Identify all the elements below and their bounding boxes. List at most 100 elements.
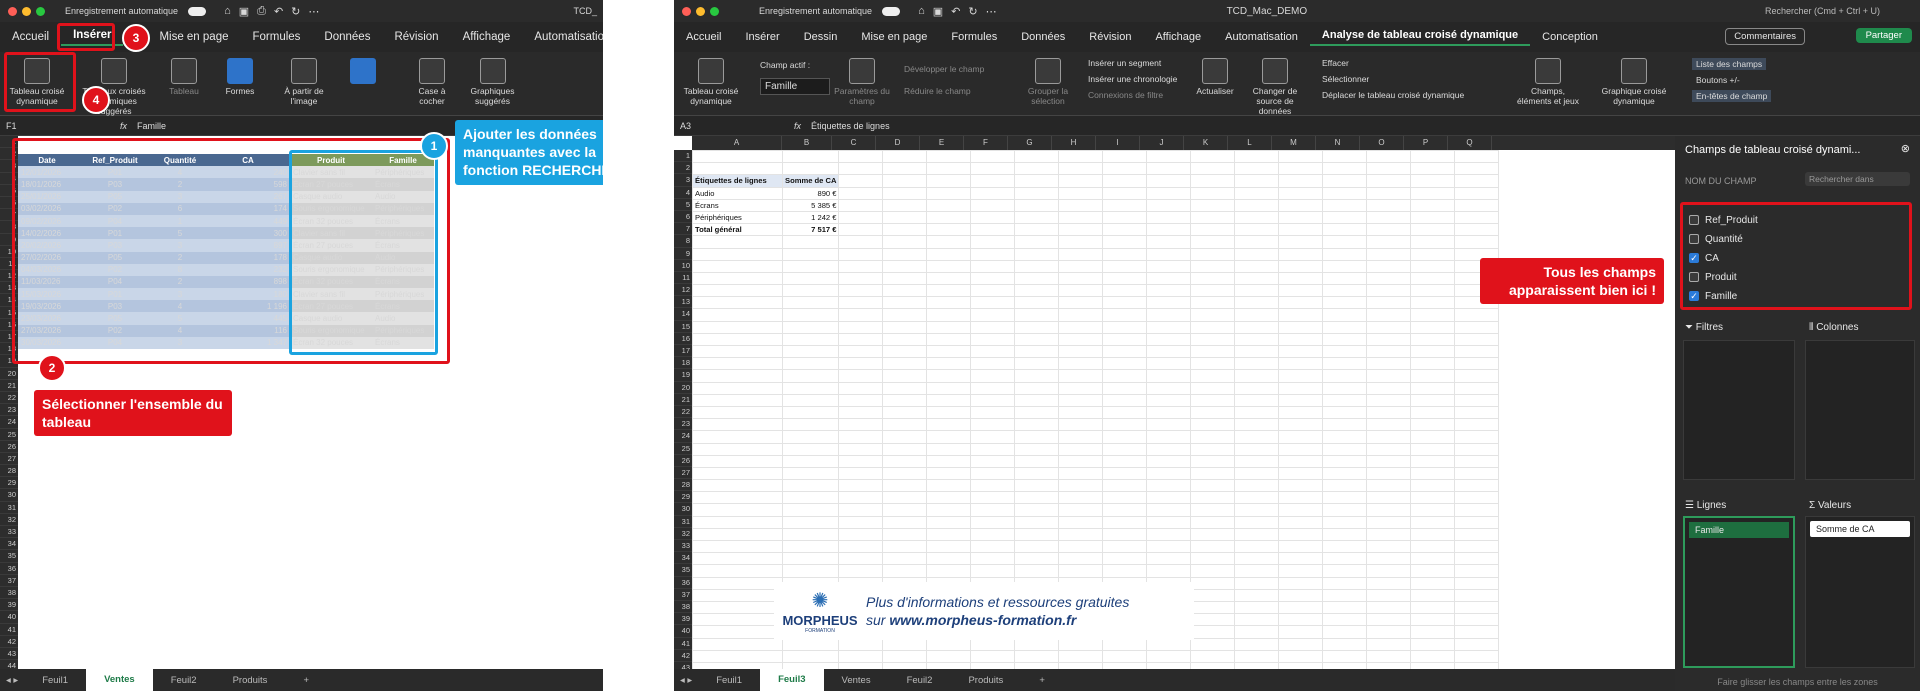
- grid-cell[interactable]: [692, 515, 783, 529]
- grid-cell[interactable]: [1014, 210, 1060, 225]
- grid-cell[interactable]: [970, 235, 1016, 249]
- grid-cell[interactable]: [1278, 198, 1324, 212]
- grid-cell[interactable]: [1234, 576, 1280, 590]
- grid-cell[interactable]: [1366, 296, 1412, 310]
- grid-cell[interactable]: [1366, 600, 1412, 615]
- grid-cell[interactable]: [1410, 210, 1456, 225]
- grid-cell[interactable]: [970, 223, 1016, 237]
- grid-cell[interactable]: [838, 479, 884, 493]
- grid-cell[interactable]: [1102, 210, 1148, 225]
- sheet-tab-feuil2[interactable]: Feuil2: [889, 675, 951, 686]
- grid-cell[interactable]: [1190, 162, 1236, 176]
- grid-cell[interactable]: [838, 649, 884, 663]
- row-number[interactable]: 24: [0, 416, 18, 429]
- grid-cell[interactable]: [1454, 210, 1500, 225]
- grid-cell[interactable]: [1102, 491, 1148, 505]
- grid-cell[interactable]: [1014, 284, 1060, 298]
- grid-cell[interactable]: [1058, 515, 1104, 529]
- grid-cell[interactable]: [1322, 466, 1368, 481]
- row-number[interactable]: 18: [674, 357, 692, 370]
- grid-cell[interactable]: [1410, 588, 1456, 602]
- grid-cell[interactable]: [882, 149, 928, 164]
- grid-cell[interactable]: [1366, 466, 1412, 481]
- grid-cell[interactable]: [1234, 259, 1280, 273]
- grid-cell[interactable]: [781, 515, 840, 529]
- grid-cell[interactable]: [1058, 320, 1104, 334]
- grid-cell[interactable]: [1454, 625, 1500, 639]
- grid-cell[interactable]: [1322, 198, 1368, 212]
- grid-cell[interactable]: [1058, 198, 1104, 212]
- grid-cell[interactable]: [692, 344, 783, 359]
- grid-cell[interactable]: [1146, 503, 1192, 517]
- grid-cell[interactable]: [1454, 198, 1500, 212]
- grid-cell[interactable]: [882, 539, 928, 554]
- grid-cell[interactable]: [1014, 235, 1060, 249]
- grid-cell[interactable]: [1410, 332, 1456, 347]
- promo-link[interactable]: www.morpheus-formation.fr: [889, 612, 1076, 628]
- grid-cell[interactable]: [882, 491, 928, 505]
- grid-cell[interactable]: [1366, 186, 1412, 200]
- grid-cell[interactable]: [692, 466, 783, 481]
- grid-cell[interactable]: [1278, 271, 1324, 286]
- select-button[interactable]: Sélectionner: [1322, 74, 1369, 84]
- grid-cell[interactable]: [970, 418, 1016, 432]
- grid-cell[interactable]: [1410, 393, 1456, 407]
- grid-cell[interactable]: [1146, 174, 1192, 188]
- grid-cell[interactable]: [1322, 515, 1368, 529]
- checkbox-empty-icon[interactable]: [1689, 215, 1699, 226]
- grid-cell[interactable]: [1058, 418, 1104, 432]
- grid-cell[interactable]: [1322, 613, 1368, 627]
- grid-cell[interactable]: [1410, 296, 1456, 310]
- name-box[interactable]: F1: [0, 121, 60, 131]
- grid-cell[interactable]: [1234, 405, 1280, 420]
- row-number[interactable]: 5: [674, 199, 692, 211]
- grid-cell[interactable]: [882, 357, 928, 371]
- grid-cell[interactable]: [1278, 539, 1324, 554]
- grid-cell[interactable]: [1234, 332, 1280, 347]
- grid-cell[interactable]: [838, 210, 884, 225]
- grid-cell[interactable]: [1278, 515, 1324, 529]
- grid-cell[interactable]: [1366, 198, 1412, 212]
- grid-cell[interactable]: [1322, 588, 1368, 602]
- grid-cell[interactable]: [692, 649, 783, 663]
- row-number[interactable]: 16: [674, 333, 692, 345]
- grid-cell[interactable]: [1190, 637, 1236, 651]
- grid-cell[interactable]: [1190, 344, 1236, 359]
- row-number[interactable]: 29: [0, 477, 18, 490]
- grid-cell[interactable]: [1322, 259, 1368, 273]
- grid-cell[interactable]: [1190, 649, 1236, 663]
- close-window-button[interactable]: [682, 6, 691, 16]
- grid-cell[interactable]: [1190, 296, 1236, 310]
- grid-cell[interactable]: [1102, 320, 1148, 334]
- grid-cell[interactable]: [1058, 552, 1104, 566]
- grid-cell[interactable]: [926, 149, 972, 164]
- row-number[interactable]: 9: [674, 248, 692, 260]
- column-header[interactable]: O: [1360, 136, 1404, 150]
- grid-cell[interactable]: [1234, 344, 1280, 359]
- row-number[interactable]: 42: [0, 636, 18, 648]
- row-number[interactable]: 4: [674, 187, 692, 199]
- grid-cell[interactable]: [970, 527, 1016, 542]
- grid-cell[interactable]: [692, 442, 783, 456]
- grid-cell[interactable]: [1102, 332, 1148, 347]
- checkbox-checked-icon[interactable]: ✓: [1689, 253, 1699, 264]
- name-box[interactable]: A3: [674, 121, 734, 131]
- grid-cell[interactable]: [1014, 357, 1060, 371]
- grid-cell[interactable]: [1410, 418, 1456, 432]
- search-box[interactable]: Rechercher (Cmd + Ctrl + U): [1765, 6, 1880, 16]
- grid-cell[interactable]: [1014, 308, 1060, 322]
- grid-cell[interactable]: [838, 308, 884, 322]
- grid-cell[interactable]: [1058, 369, 1104, 383]
- grid-cell[interactable]: [1014, 247, 1060, 261]
- grid-cell[interactable]: [1234, 418, 1280, 432]
- row-number[interactable]: 30: [674, 503, 692, 516]
- grid-cell[interactable]: [1366, 247, 1412, 261]
- insert-slicer-button[interactable]: Insérer un segment: [1088, 58, 1161, 68]
- grid-cell[interactable]: [1322, 430, 1368, 444]
- grid-cell[interactable]: [1190, 320, 1236, 334]
- grid-cell[interactable]: [1234, 235, 1280, 249]
- grid-cell[interactable]: [1190, 576, 1236, 590]
- grid-cell[interactable]: [1366, 405, 1412, 420]
- grid-cell[interactable]: [926, 271, 972, 286]
- columns-zone[interactable]: [1805, 340, 1915, 480]
